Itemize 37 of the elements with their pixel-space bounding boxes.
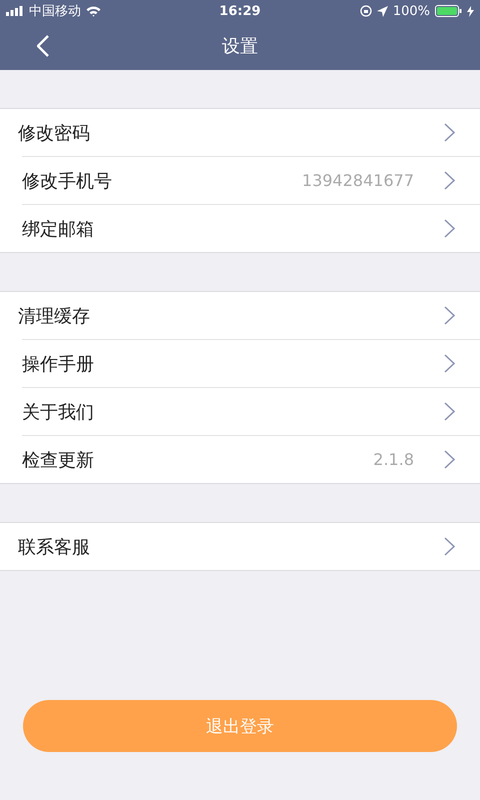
row-value: 2.1.8 [373, 450, 414, 469]
settings-row[interactable]: 检查更新 2.1.8 [22, 435, 480, 483]
chevron-icon [444, 354, 455, 373]
chevron-icon [444, 402, 455, 421]
settings-row[interactable]: 绑定邮箱 [22, 204, 480, 252]
chevron-icon [444, 123, 455, 142]
row-label: 关于我们 [22, 400, 95, 424]
row-label: 绑定邮箱 [22, 218, 95, 240]
battery-icon [435, 5, 462, 17]
chevron-icon [444, 537, 455, 556]
row-label: 修改手机号 [22, 170, 113, 192]
settings-row[interactable]: 操作手册 [22, 339, 480, 387]
row-label: 操作手册 [22, 352, 95, 376]
row-label: 检查更新 [22, 448, 95, 472]
row-label: 清理缓存 [18, 304, 91, 328]
settings-row[interactable]: 修改密码 [0, 109, 480, 156]
location-arrow-icon [376, 6, 388, 16]
settings-row[interactable]: 联系客服 [0, 523, 480, 570]
rotation-lock-icon [360, 5, 372, 17]
signal-icon [6, 6, 24, 16]
chevron-icon [444, 171, 455, 190]
row-label: 修改密码 [18, 122, 91, 144]
carrier-name: 中国移动 [29, 3, 81, 20]
chevron-icon [444, 306, 455, 325]
settings-row[interactable]: 修改手机号 13942841677 [22, 156, 480, 204]
page-title: 设置 [222, 35, 258, 58]
wifi-icon [86, 6, 101, 16]
back-button[interactable] [37, 34, 51, 58]
status-time: 16:29 [219, 4, 261, 18]
chevron-icon [444, 219, 455, 238]
row-label: 联系客服 [18, 536, 91, 558]
settings-row[interactable]: 关于我们 [22, 387, 480, 435]
settings-row[interactable]: 清理缓存 [0, 292, 480, 339]
chevron-icon [444, 450, 455, 469]
row-value: 13942841677 [302, 171, 414, 190]
battery-percent: 100% [392, 4, 430, 18]
charging-bolt-icon [467, 6, 474, 16]
